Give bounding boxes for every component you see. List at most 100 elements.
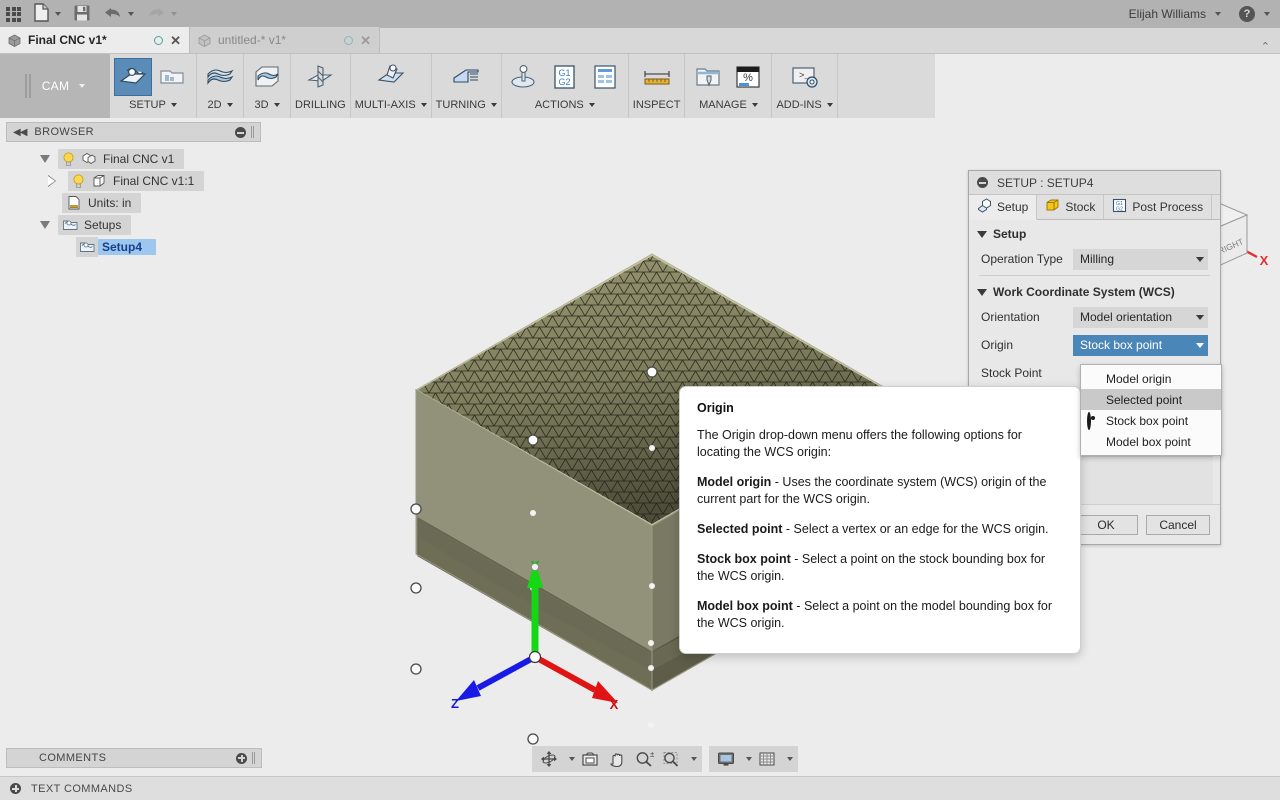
g1g2-button[interactable]: G1 G2 bbox=[546, 58, 584, 96]
tool-library-button[interactable] bbox=[689, 58, 727, 96]
help-icon[interactable]: ? bbox=[1239, 6, 1255, 22]
section-divider bbox=[979, 275, 1210, 276]
expand-icon[interactable] bbox=[10, 783, 21, 794]
ribbon-group-label[interactable]: MANAGE bbox=[699, 99, 758, 111]
zoom-window-caret-icon[interactable] bbox=[691, 757, 697, 761]
chevron-down-icon[interactable] bbox=[420, 103, 427, 107]
ribbon-group-label[interactable]: DRILLING bbox=[295, 99, 346, 111]
tree-row-final-cnc-v1-1[interactable]: Final CNC v1:1 bbox=[6, 170, 264, 192]
ribbon-group-label[interactable]: ADD-INS bbox=[776, 99, 833, 111]
collapse-icon[interactable] bbox=[235, 126, 246, 138]
chevron-down-icon[interactable] bbox=[588, 103, 595, 107]
pan-button[interactable] bbox=[605, 748, 629, 770]
collapse-left-icon[interactable]: ◀◀ bbox=[13, 127, 27, 138]
chevron-down-icon[interactable] bbox=[826, 103, 833, 107]
tree-row-setups[interactable]: Setups bbox=[6, 214, 264, 236]
new-document-button[interactable] bbox=[27, 0, 67, 28]
orientation-select[interactable]: Model orientation bbox=[1073, 306, 1208, 328]
panel-grip-icon[interactable] bbox=[251, 126, 254, 138]
orbit-button[interactable] bbox=[537, 748, 561, 770]
setup-sheet-list-button[interactable] bbox=[586, 58, 624, 96]
chevron-down-icon[interactable] bbox=[226, 103, 233, 107]
panel-grip-icon[interactable] bbox=[252, 752, 255, 764]
help-caret-icon[interactable] bbox=[1264, 12, 1270, 16]
apps-grid-button[interactable] bbox=[0, 0, 27, 28]
3d-button[interactable] bbox=[248, 58, 286, 96]
ribbon-group-label[interactable]: 3D bbox=[254, 99, 280, 111]
origin-dropdown-menu[interactable]: Model origin Selected point Stock box po… bbox=[1080, 364, 1222, 456]
redo-caret-icon[interactable] bbox=[171, 12, 177, 16]
display-caret-icon[interactable] bbox=[746, 757, 752, 761]
tab-post-process[interactable]: G1 G2 Post Process bbox=[1104, 195, 1213, 219]
user-menu-caret-icon[interactable] bbox=[1215, 12, 1221, 16]
chevron-down-icon[interactable] bbox=[170, 103, 177, 107]
undo-caret-icon[interactable] bbox=[128, 12, 134, 16]
tab-stock[interactable]: Stock bbox=[1037, 195, 1105, 219]
expander-right-icon[interactable] bbox=[48, 175, 56, 187]
turning-button[interactable] bbox=[447, 58, 485, 96]
look-at-button[interactable] bbox=[578, 748, 602, 770]
workspace-caret-icon[interactable] bbox=[79, 84, 86, 88]
grid-caret-icon[interactable] bbox=[787, 757, 793, 761]
dropdown-item-model-box-point[interactable]: Model box point bbox=[1081, 431, 1221, 452]
collapse-icon[interactable] bbox=[977, 177, 988, 188]
dropdown-item-stock-box-point[interactable]: Stock box point bbox=[1081, 410, 1221, 431]
expander-down-icon[interactable] bbox=[40, 221, 50, 229]
dropdown-item-selected-point[interactable]: Selected point bbox=[1081, 389, 1221, 410]
zoom-window-button[interactable] bbox=[659, 748, 683, 770]
section-header-wcs[interactable]: Work Coordinate System (WCS) bbox=[969, 278, 1220, 305]
grid-snap-button[interactable] bbox=[755, 748, 779, 770]
inspect-button[interactable] bbox=[638, 58, 676, 96]
display-settings-button[interactable] bbox=[714, 748, 738, 770]
chevron-down-icon[interactable] bbox=[490, 103, 497, 107]
document-tab-bar: Final CNC v1* ✕ untitled-* v1* ✕ ⌃ bbox=[0, 27, 1280, 54]
ribbon-group-label[interactable]: MULTI-AXIS bbox=[355, 99, 427, 111]
expand-icon[interactable] bbox=[236, 752, 247, 764]
save-button[interactable] bbox=[67, 0, 97, 28]
ribbon-group-label[interactable]: TURNING bbox=[436, 99, 497, 111]
zoom-button[interactable]: ± bbox=[632, 748, 656, 770]
operation-type-select[interactable]: Milling bbox=[1073, 248, 1208, 270]
section-header-setup[interactable]: Setup bbox=[969, 220, 1220, 247]
tab-overflow-caret-icon[interactable]: ⌃ bbox=[1251, 40, 1280, 53]
document-tab-untitled[interactable]: untitled-* v1* ✕ bbox=[190, 27, 380, 53]
chevron-down-icon[interactable] bbox=[751, 103, 758, 107]
machining-time-button[interactable]: % bbox=[729, 58, 767, 96]
setup-sheet-button[interactable] bbox=[154, 58, 192, 96]
visibility-bulb-icon[interactable] bbox=[62, 152, 75, 167]
visibility-bulb-icon[interactable] bbox=[72, 174, 85, 189]
origin-select[interactable]: Stock box point bbox=[1073, 334, 1208, 356]
probe-button[interactable] bbox=[506, 58, 544, 96]
close-icon[interactable]: ✕ bbox=[170, 34, 181, 47]
ribbon-group-label[interactable]: SETUP bbox=[129, 99, 177, 111]
comments-panel-header[interactable]: COMMENTS bbox=[6, 748, 262, 768]
browser-panel-header[interactable]: ◀◀ BROWSER bbox=[6, 122, 261, 142]
ok-button[interactable]: OK bbox=[1074, 514, 1138, 535]
close-icon[interactable]: ✕ bbox=[360, 34, 371, 47]
dropdown-item-model-origin[interactable]: Model origin bbox=[1081, 368, 1221, 389]
ribbon-group-label[interactable]: 2D bbox=[207, 99, 233, 111]
tree-row-setup4[interactable]: Setup4 bbox=[6, 236, 264, 258]
ribbon-group-label[interactable]: ACTIONS bbox=[535, 99, 595, 111]
ribbon-group-label[interactable]: INSPECT bbox=[633, 99, 681, 111]
undo-button[interactable] bbox=[97, 0, 140, 28]
setup-button[interactable] bbox=[114, 58, 152, 96]
document-tab-final-cnc[interactable]: Final CNC v1* ✕ bbox=[0, 27, 190, 53]
multi-axis-button[interactable] bbox=[372, 58, 410, 96]
text-commands-bar[interactable]: TEXT COMMANDS bbox=[0, 776, 1280, 800]
expander-down-icon[interactable] bbox=[40, 155, 50, 163]
workspace-switcher-button[interactable]: CAM bbox=[0, 54, 110, 118]
cancel-button[interactable]: Cancel bbox=[1146, 514, 1210, 535]
chevron-down-icon[interactable] bbox=[273, 103, 280, 107]
tab-setup[interactable]: Setup bbox=[969, 195, 1038, 220]
drilling-button[interactable] bbox=[301, 58, 339, 96]
new-document-caret-icon[interactable] bbox=[55, 12, 61, 16]
user-name-label[interactable]: Elijah Williams bbox=[1129, 7, 1206, 21]
workspace-grip-icon bbox=[24, 74, 31, 98]
add-ins-button[interactable]: >_ bbox=[786, 58, 824, 96]
tree-row-final-cnc-v1[interactable]: Final CNC v1 bbox=[6, 148, 264, 170]
2d-button[interactable] bbox=[201, 58, 239, 96]
tree-row-units[interactable]: Units: in bbox=[6, 192, 264, 214]
orbit-caret-icon[interactable] bbox=[569, 757, 575, 761]
redo-button[interactable] bbox=[140, 0, 183, 28]
